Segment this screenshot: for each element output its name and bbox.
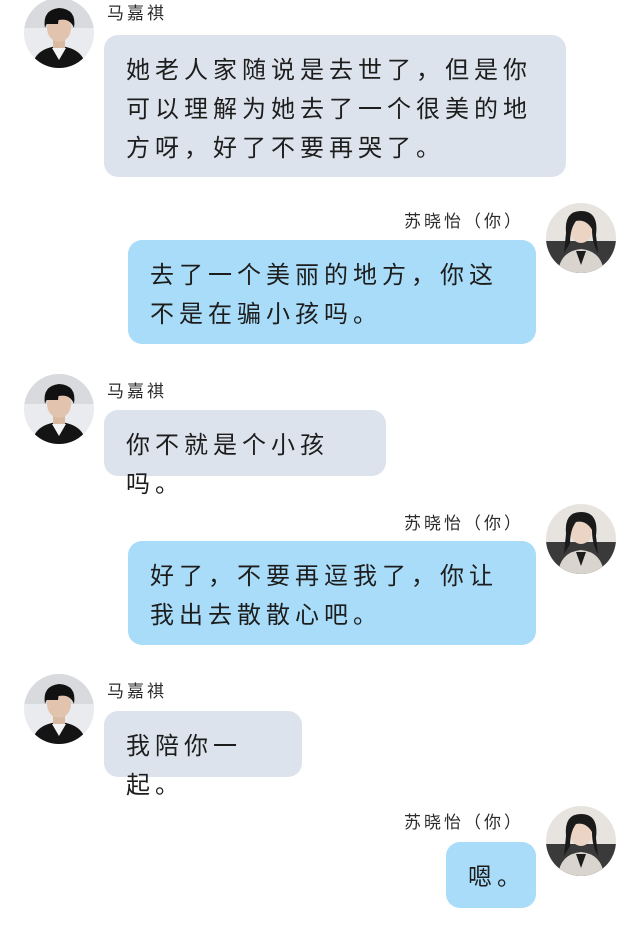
- girl-portrait-avatar-icon[interactable]: [546, 203, 616, 273]
- message-bubble-received[interactable]: 我陪你一起。: [104, 711, 302, 799]
- girl-portrait-avatar-icon[interactable]: [546, 806, 616, 876]
- boy-portrait-avatar-icon[interactable]: [24, 0, 94, 68]
- sender-name: 马嘉祺: [107, 682, 167, 702]
- message-bubble-sent[interactable]: 嗯。: [446, 842, 536, 908]
- sender-name: 马嘉祺: [107, 382, 167, 402]
- sender-name: 苏晓怡（你）: [404, 813, 524, 833]
- message-bubble-sent[interactable]: 去了一个美丽的地方，你这不是在骗小孩吗。: [128, 240, 536, 344]
- sender-name: 苏晓怡（你）: [404, 514, 524, 534]
- sender-name: 马嘉祺: [107, 4, 167, 24]
- boy-portrait-avatar-icon[interactable]: [24, 674, 94, 744]
- boy-portrait-avatar-icon[interactable]: [24, 374, 94, 444]
- girl-portrait-avatar-icon[interactable]: [546, 504, 616, 574]
- message-bubble-received[interactable]: 她老人家随说是去世了，但是你可以理解为她去了一个很美的地方呀，好了不要再哭了。: [104, 35, 566, 177]
- message-bubble-received[interactable]: 你不就是个小孩吗。: [104, 410, 386, 498]
- message-bubble-sent[interactable]: 好了，不要再逗我了，你让我出去散散心吧。: [128, 541, 536, 645]
- sender-name: 苏晓怡（你）: [404, 212, 524, 232]
